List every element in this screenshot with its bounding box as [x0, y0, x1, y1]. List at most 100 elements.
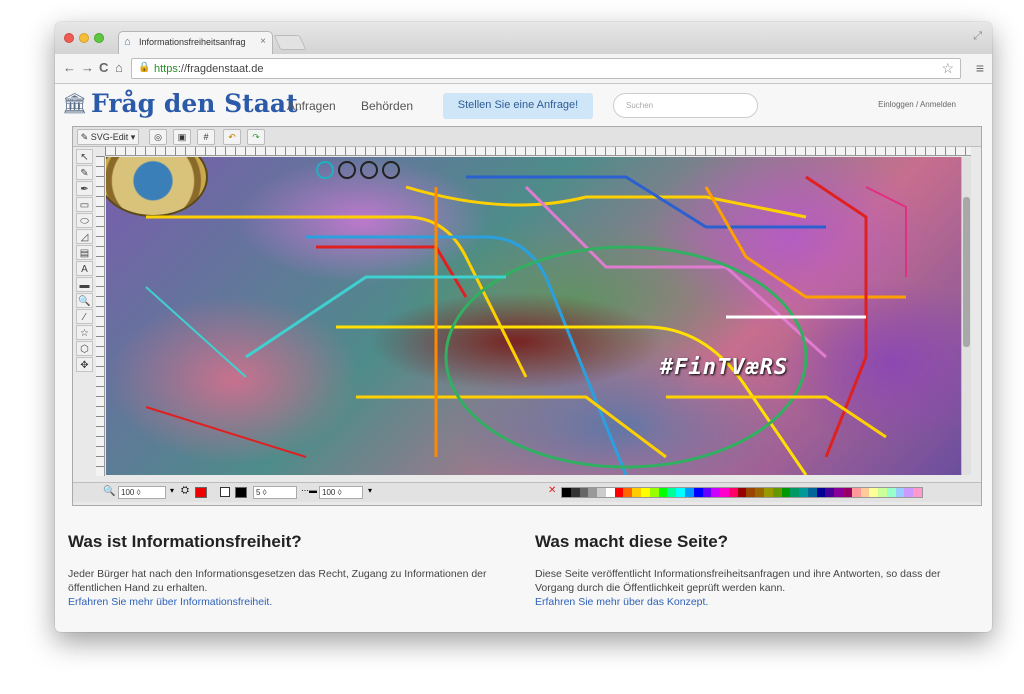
palette-swatch[interactable] — [904, 488, 914, 497]
palette-swatch[interactable] — [790, 488, 800, 497]
palette-swatch[interactable] — [641, 488, 650, 497]
palette-swatch[interactable] — [834, 488, 843, 497]
maximize-window-button[interactable] — [94, 33, 104, 43]
palette-swatch[interactable] — [711, 488, 721, 497]
palette-swatch[interactable] — [755, 488, 764, 497]
circle-shape[interactable] — [338, 161, 356, 179]
stroke-color-swatch[interactable] — [235, 487, 247, 498]
palette-swatch[interactable] — [728, 488, 738, 497]
address-bar[interactable]: 🔒 https://fragdenstaat.de ☆ — [131, 58, 961, 79]
palette-swatch[interactable] — [649, 488, 659, 497]
palette-swatch[interactable] — [702, 488, 712, 497]
zoom-tool-icon[interactable]: 🔍 — [76, 293, 93, 308]
browser-tab[interactable]: ⌂ Informationsfreiheitsanfrag × — [118, 31, 273, 54]
zoom-field[interactable]: 100 ◊ — [118, 486, 166, 499]
circle-shape[interactable] — [382, 161, 400, 179]
site-logo[interactable]: Fråg den Staat — [91, 89, 298, 118]
undo-icon[interactable]: ↶ — [223, 129, 241, 145]
palette-swatch[interactable] — [895, 488, 905, 497]
drawing-canvas[interactable]: #FinTVæRS — [106, 157, 961, 475]
close-window-button[interactable] — [64, 33, 74, 43]
palette-swatch[interactable] — [825, 488, 835, 497]
nav-link-anfragen[interactable]: Anfragen — [287, 99, 336, 113]
palette-swatch[interactable] — [614, 488, 624, 497]
login-link[interactable]: Einloggen / Anmelden — [878, 100, 956, 109]
palette-swatch[interactable] — [632, 488, 642, 497]
polygon-tool-icon[interactable]: ⬡ — [76, 341, 93, 356]
palette-swatch[interactable] — [763, 488, 773, 497]
palette-swatch[interactable] — [869, 488, 879, 497]
palette-swatch[interactable] — [843, 488, 852, 497]
zoom-dropdown-icon[interactable]: ▾ — [170, 486, 174, 495]
palette-swatch[interactable] — [720, 488, 729, 497]
palette-swatch[interactable] — [570, 488, 580, 497]
minimize-window-button[interactable] — [79, 33, 89, 43]
opacity-field[interactable]: 100 ◊ — [319, 486, 363, 499]
redo-icon[interactable]: ↷ — [247, 129, 265, 145]
selected-circle-shape[interactable] — [316, 161, 334, 179]
palette-swatch[interactable] — [816, 488, 826, 497]
palette-swatch[interactable] — [860, 488, 870, 497]
fill-color-swatch[interactable] — [195, 487, 207, 498]
text-tool-icon[interactable]: A — [76, 261, 93, 276]
reload-icon[interactable]: C — [99, 60, 108, 75]
rectangle-tool-icon[interactable]: ▭ — [76, 197, 93, 212]
stroke-width-field[interactable]: 5 ◊ — [253, 486, 297, 499]
palette-swatch[interactable] — [562, 488, 571, 497]
canvas-scrollbar[interactable] — [961, 157, 971, 475]
palette-swatch[interactable] — [851, 488, 861, 497]
stroke-style-icon[interactable]: ⋯▬ — [301, 486, 317, 495]
nav-link-behoerden[interactable]: Behörden — [361, 99, 413, 113]
back-icon[interactable]: ← — [63, 60, 76, 75]
palette-swatch[interactable] — [737, 488, 747, 497]
palette-swatch[interactable] — [746, 488, 756, 497]
palette-swatch[interactable] — [807, 488, 817, 497]
color-palette[interactable] — [561, 487, 923, 498]
search-input[interactable]: Suchen — [613, 93, 758, 118]
grid-icon[interactable]: # — [197, 129, 215, 145]
fullscreen-icon[interactable]: ⤢ — [973, 30, 982, 43]
new-request-button[interactable]: Stellen Sie eine Anfrage! — [443, 93, 593, 119]
palette-swatch[interactable] — [667, 488, 677, 497]
palette-swatch[interactable] — [623, 488, 633, 497]
palette-swatch[interactable] — [684, 488, 694, 497]
move-tool-icon[interactable]: ✥ — [76, 357, 93, 372]
wireframe-icon[interactable]: ◎ — [149, 129, 167, 145]
pencil-tool-icon[interactable]: ✎ — [76, 165, 93, 180]
forward-icon[interactable]: → — [81, 60, 94, 75]
palette-swatch[interactable] — [579, 488, 589, 497]
editor-mode-menu[interactable]: ✎ SVG-Edit ▾ — [77, 129, 139, 145]
palette-swatch[interactable] — [913, 488, 923, 497]
star-tool-icon[interactable]: ☆ — [76, 325, 93, 340]
palette-swatch[interactable] — [676, 488, 685, 497]
textbox-tool-icon[interactable]: ▬ — [76, 277, 93, 292]
learn-more-link[interactable]: Erfahren Sie mehr über das Konzept. — [535, 595, 955, 609]
palette-swatch[interactable] — [597, 488, 606, 497]
palette-swatch[interactable] — [781, 488, 791, 497]
palette-swatch[interactable] — [886, 488, 896, 497]
docprops-icon[interactable]: ▣ — [173, 129, 191, 145]
no-color-icon[interactable]: ✕ — [548, 485, 556, 496]
learn-more-link[interactable]: Erfahren Sie mehr über Informationsfreih… — [68, 595, 488, 609]
palette-swatch[interactable] — [772, 488, 782, 497]
line-tool-icon[interactable]: ⁄ — [76, 309, 93, 324]
scrollbar-thumb[interactable] — [963, 197, 970, 347]
palette-swatch[interactable] — [588, 488, 598, 497]
home-icon[interactable]: ⌂ — [115, 60, 123, 75]
browser-menu-icon[interactable]: ≡ — [976, 60, 984, 76]
pen-tool-icon[interactable]: ✒ — [76, 181, 93, 196]
opacity-dropdown-icon[interactable]: ▾ — [368, 486, 372, 495]
palette-swatch[interactable] — [799, 488, 808, 497]
hashtag-text[interactable]: #FinTVæRS — [660, 355, 788, 380]
path-tool-icon[interactable]: ◿ — [76, 229, 93, 244]
tab-close-icon[interactable]: × — [260, 36, 266, 47]
select-tool-icon[interactable]: ↖ — [76, 149, 93, 164]
circle-shape[interactable] — [360, 161, 378, 179]
bookmark-star-icon[interactable]: ☆ — [941, 60, 954, 77]
palette-swatch[interactable] — [693, 488, 703, 497]
palette-swatch[interactable] — [658, 488, 668, 497]
palette-swatch[interactable] — [878, 488, 887, 497]
image-tool-icon[interactable]: ▤ — [76, 245, 93, 260]
palette-swatch[interactable] — [605, 488, 615, 497]
new-tab-button[interactable] — [273, 35, 307, 50]
